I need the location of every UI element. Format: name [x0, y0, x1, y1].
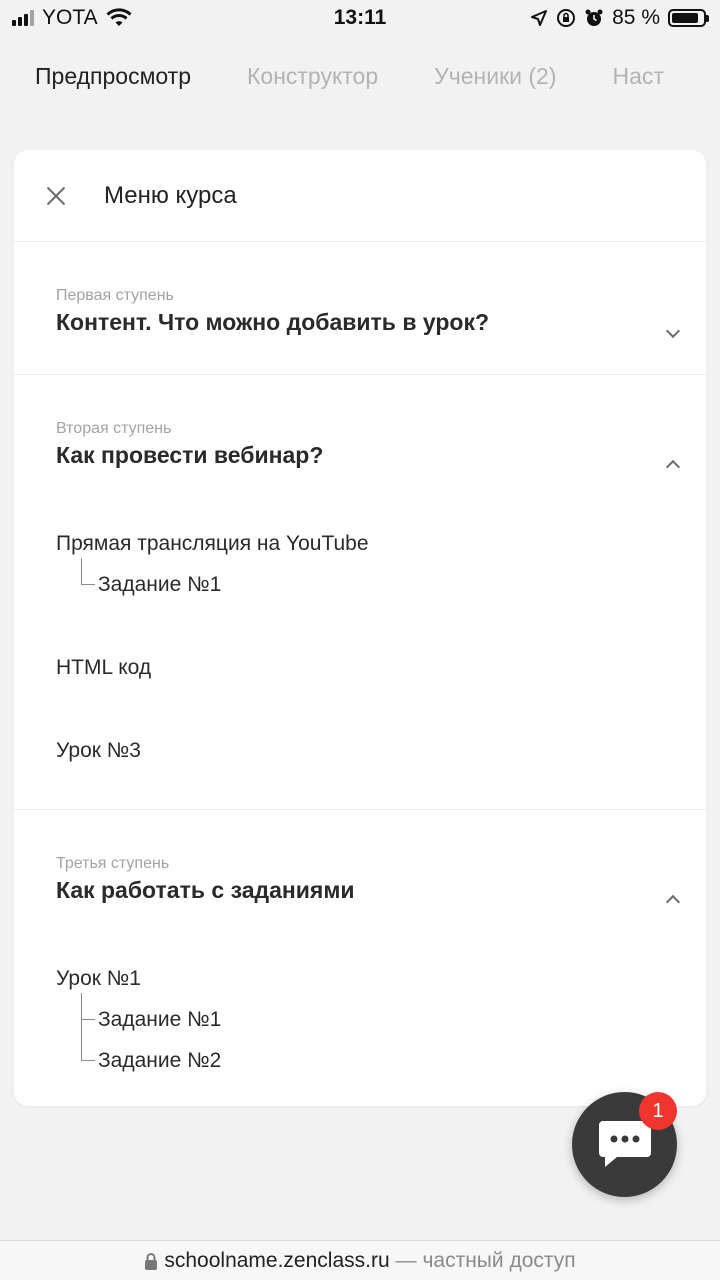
chat-bubble-icon	[598, 1120, 651, 1167]
lesson-list: Прямая трансляция на YouTube Задание №1 …	[56, 523, 678, 771]
course-menu-header: Меню курса	[14, 150, 706, 242]
tree-connector	[81, 1034, 82, 1061]
course-menu-panel: Меню курса Первая ступень Контент. Что м…	[14, 150, 706, 1106]
url-bar[interactable]: schoolname.zenclass.ru — частный доступ	[0, 1240, 720, 1280]
chat-unread-badge: 1	[639, 1092, 677, 1130]
task-label: Задание №1	[98, 1007, 222, 1031]
orientation-lock-icon	[557, 9, 576, 27]
tab-preview[interactable]: Предпросмотр	[35, 63, 191, 90]
tree-connector	[81, 1060, 95, 1061]
section-first[interactable]: Первая ступень Контент. Что можно добави…	[14, 242, 706, 375]
lesson-item[interactable]: HTML код	[56, 647, 678, 688]
task-item[interactable]: Задание №2	[56, 1034, 678, 1081]
section-title[interactable]: Как работать с заданиями	[56, 877, 678, 904]
lesson-list: Урок №1 Задание №1 Задание №2	[56, 958, 678, 1081]
tree-connector	[81, 584, 95, 585]
battery-percent: 85 %	[612, 6, 660, 29]
section-subtitle: Третья ступень	[56, 855, 170, 872]
tab-constructor[interactable]: Конструктор	[247, 63, 378, 90]
section-second: Вторая ступень Как провести вебинар? Пря…	[14, 375, 706, 810]
tab-settings[interactable]: Наст	[613, 63, 664, 90]
carrier-name: YOTA	[42, 6, 98, 29]
location-icon	[531, 10, 548, 26]
tree-connector	[81, 1019, 95, 1020]
url-access-note: — частный доступ	[395, 1248, 576, 1272]
lesson-item[interactable]: Урок №1	[56, 958, 678, 999]
status-bar: YOTA 13:11 85 %	[0, 0, 720, 36]
lesson-item[interactable]: Прямая трансляция на YouTube	[56, 523, 678, 564]
lock-icon	[145, 1252, 158, 1270]
task-item[interactable]: Задание №1	[56, 993, 678, 1040]
task-label: Задание №2	[98, 1048, 222, 1072]
section-title[interactable]: Как провести вебинар?	[56, 442, 678, 469]
tab-bar: Предпросмотр Конструктор Ученики (2) Нас…	[0, 36, 720, 116]
section-subtitle: Вторая ступень	[56, 420, 172, 437]
alarm-icon	[585, 9, 603, 26]
section-title: Контент. Что можно добавить в урок?	[56, 309, 490, 335]
section-subtitle: Первая ступень	[56, 287, 174, 304]
battery-icon	[668, 9, 709, 27]
wifi-icon	[106, 8, 132, 26]
lesson-item[interactable]: Урок №3	[56, 730, 678, 771]
course-menu-title: Меню курса	[104, 181, 237, 209]
tree-connector	[81, 558, 82, 585]
url-host: schoolname.zenclass.ru	[164, 1248, 390, 1272]
section-third: Третья ступень Как работать с заданиями …	[14, 810, 706, 1106]
task-item[interactable]: Задание №1	[56, 558, 678, 605]
task-label: Задание №1	[98, 572, 222, 596]
tab-students[interactable]: Ученики (2)	[434, 63, 556, 90]
signal-icon	[12, 10, 34, 26]
tree-connector	[81, 993, 82, 1040]
close-icon[interactable]	[46, 186, 66, 206]
